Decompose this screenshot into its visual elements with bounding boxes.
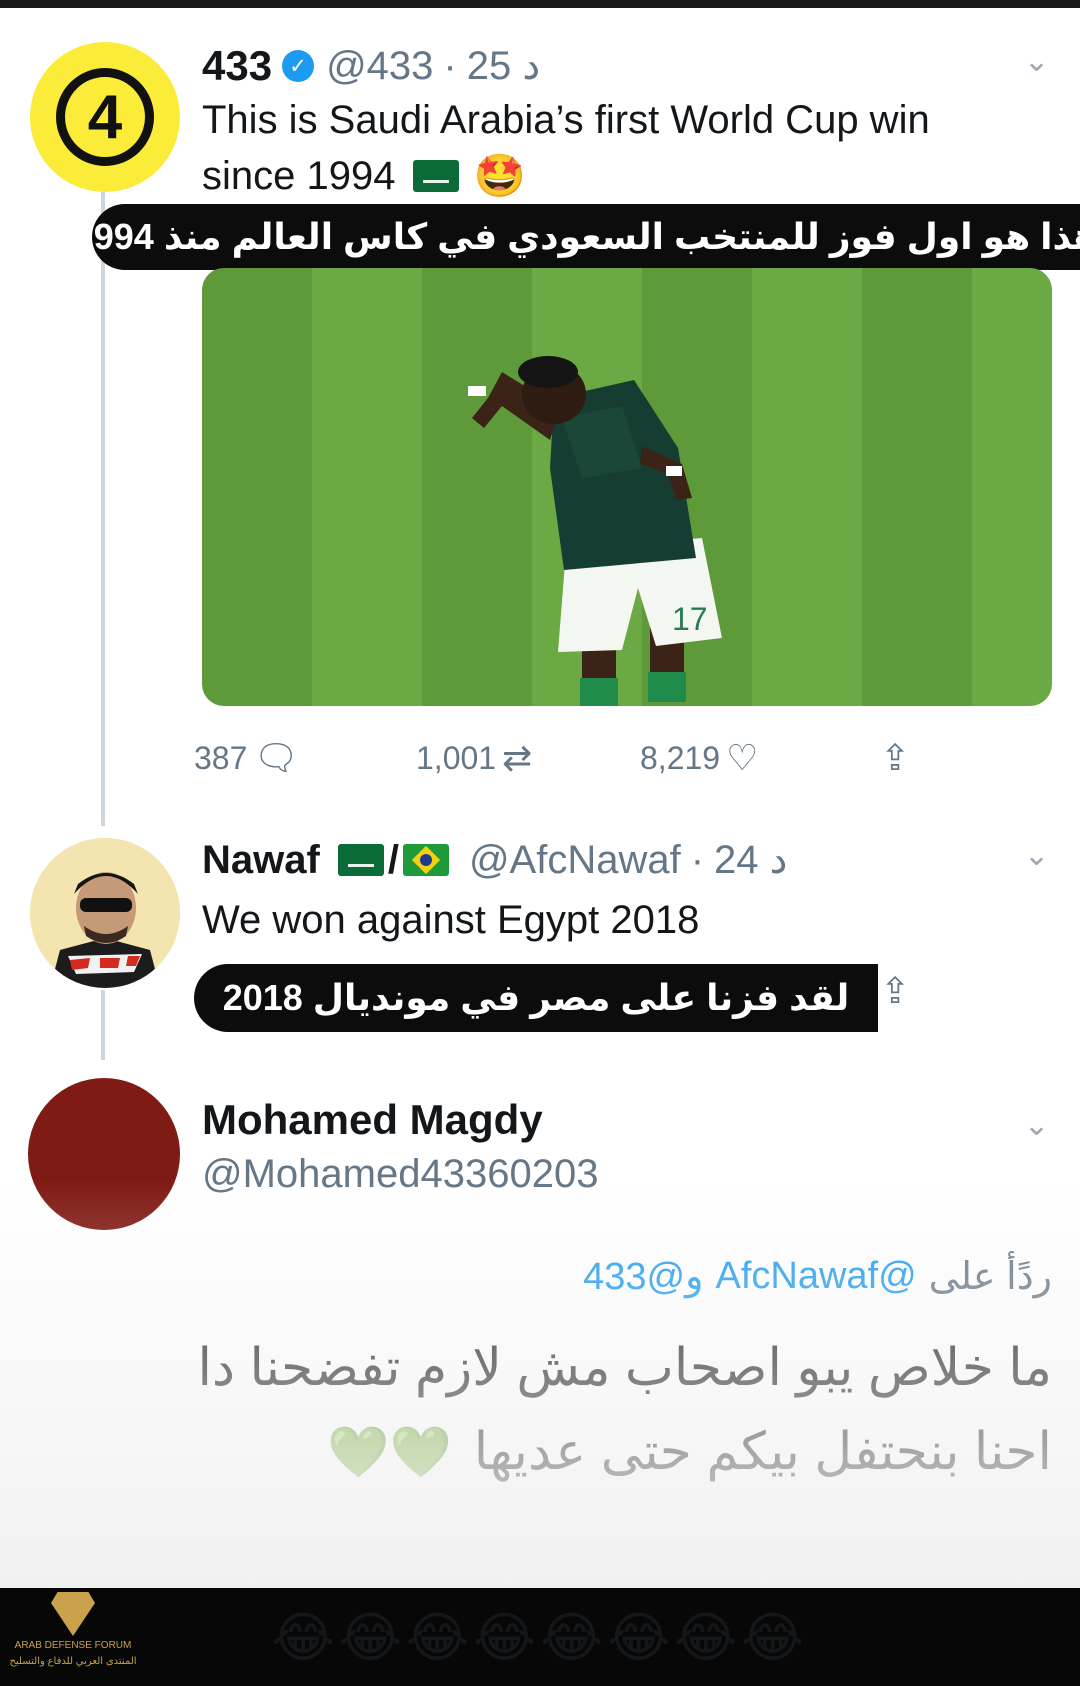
- tweet2-handle[interactable]: @AfcNawaf: [469, 838, 681, 883]
- retweet-count: 1,001: [416, 739, 497, 776]
- saudi-flag-icon: [413, 160, 460, 192]
- avatar-mohamed[interactable]: [28, 1078, 180, 1230]
- tweet1-caption-text: هذا هو اول فوز للمنتخب السعودي في كاس ال…: [73, 216, 1080, 257]
- tweet2-caption-text: لقد فزنا على مصر في مونديال 2018: [222, 977, 850, 1018]
- tweet1-author-name[interactable]: 433: [202, 42, 272, 90]
- tweet1-arabic-caption: هذا هو اول فوز للمنتخب السعودي في كاس ال…: [74, 204, 1080, 270]
- tweet1-dot: ·: [443, 43, 457, 88]
- star-struck-emoji: 🤩: [473, 152, 526, 199]
- tweet3-author-name[interactable]: Mohamed Magdy: [202, 1096, 543, 1144]
- tweet3-text-line2: احنا بنحتفل بيكم حتى عديها: [473, 1423, 1052, 1481]
- green-heart-emoji: 💚💚: [327, 1424, 452, 1480]
- tweet3-text-line2-row: احنا بنحتفل بيكم حتى عديها 💚💚: [327, 1410, 1052, 1494]
- tweet1-text-line2: since 1994: [202, 154, 396, 198]
- chevron-down-icon[interactable]: ⌄: [1024, 1108, 1049, 1143]
- watermark-ar: المنتدى العربي للدفاع والتسليح: [9, 1656, 137, 1667]
- thread-line-2: [101, 990, 105, 1060]
- like-count: 8,219: [640, 739, 721, 776]
- tweet2-dot: ·: [690, 837, 705, 882]
- laughing-emoji-row: 😂😂😂😂😂😂😂😂: [271, 1607, 809, 1668]
- reply-user-433[interactable]: و@433: [583, 1254, 703, 1299]
- brazil-flag-icon: [402, 844, 449, 876]
- tweet1-header: 433 ✓ @433 · 25 د: [202, 38, 540, 94]
- avatar-433[interactable]: 4: [30, 42, 180, 192]
- chevron-down-icon[interactable]: ⌄: [1024, 838, 1049, 873]
- tweet2-time[interactable]: 24 د: [714, 837, 787, 883]
- retweet-icon: ⇄: [502, 737, 533, 778]
- tweet1-handle[interactable]: @433: [326, 44, 433, 89]
- tweet1-text-line2-row: since 1994 🤩: [202, 148, 526, 204]
- tweet1-photo[interactable]: 17: [202, 268, 1052, 706]
- avatar-433-logo: 4: [56, 68, 154, 166]
- chevron-down-icon[interactable]: ⌄: [1024, 44, 1049, 79]
- tweet2-arabic-caption: لقد فزنا على مصر في مونديال 2018: [194, 964, 878, 1032]
- shield-icon: [51, 1592, 95, 1636]
- reply-user-afcnawaf[interactable]: @AfcNawaf: [715, 1255, 916, 1298]
- top-strip: [0, 0, 1080, 8]
- reply-button[interactable]: 387 🗨: [194, 737, 299, 779]
- svg-text:17: 17: [672, 601, 708, 637]
- tweet2-header: Nawaf / @AfcNawaf · 24 د: [202, 832, 787, 888]
- bottom-emoji-bar: 😂😂😂😂😂😂😂😂: [0, 1588, 1080, 1686]
- tweet3-handle[interactable]: @Mohamed43360203: [202, 1152, 598, 1197]
- share-icon: ⇪: [880, 737, 911, 778]
- reply-icon: 🗨: [253, 737, 300, 778]
- tweet2-flag-separator: /: [387, 837, 399, 882]
- saudi-flag-icon: [337, 844, 384, 876]
- tweet1-action-bar: 387 🗨 1,001 ⇄ 8,219 ♡ ⇪: [194, 734, 924, 782]
- heart-icon: ♡: [726, 737, 759, 778]
- avatar-nawaf-portrait: [30, 838, 180, 988]
- tweet3-text-line1: ما خلاص يبو اصحاب مش لازم تفضحنا دا: [197, 1339, 1052, 1397]
- watermark-en: ARAB DEFENSE FORUM: [14, 1640, 132, 1651]
- verified-badge-icon: ✓: [282, 50, 315, 82]
- reply-prefix: ردًأ على: [928, 1256, 1052, 1298]
- thread-line-1: [101, 192, 105, 826]
- watermark-logo: ARAB DEFENSE FORUM المنتدى العربي للدفاع…: [8, 1592, 138, 1682]
- tweet3-reply-to: ردًأ على @AfcNawaf و@433: [583, 1254, 1052, 1299]
- tweet1-time[interactable]: 25 د: [467, 43, 540, 89]
- share-button[interactable]: ⇪: [874, 737, 910, 779]
- reply-count: 387: [194, 739, 248, 776]
- share-icon[interactable]: ⇪: [880, 970, 910, 1012]
- tweet1-text-line1: This is Saudi Arabia’s first World Cup w…: [202, 98, 930, 142]
- like-button[interactable]: 8,219 ♡: [640, 737, 758, 779]
- avatar-nawaf[interactable]: [30, 838, 180, 988]
- retweet-button[interactable]: 1,001 ⇄: [416, 737, 532, 779]
- tweet2-author-name[interactable]: Nawaf: [202, 838, 320, 883]
- tweet2-text: We won against Egypt 2018: [202, 898, 700, 942]
- football-player-image: 17: [468, 356, 722, 706]
